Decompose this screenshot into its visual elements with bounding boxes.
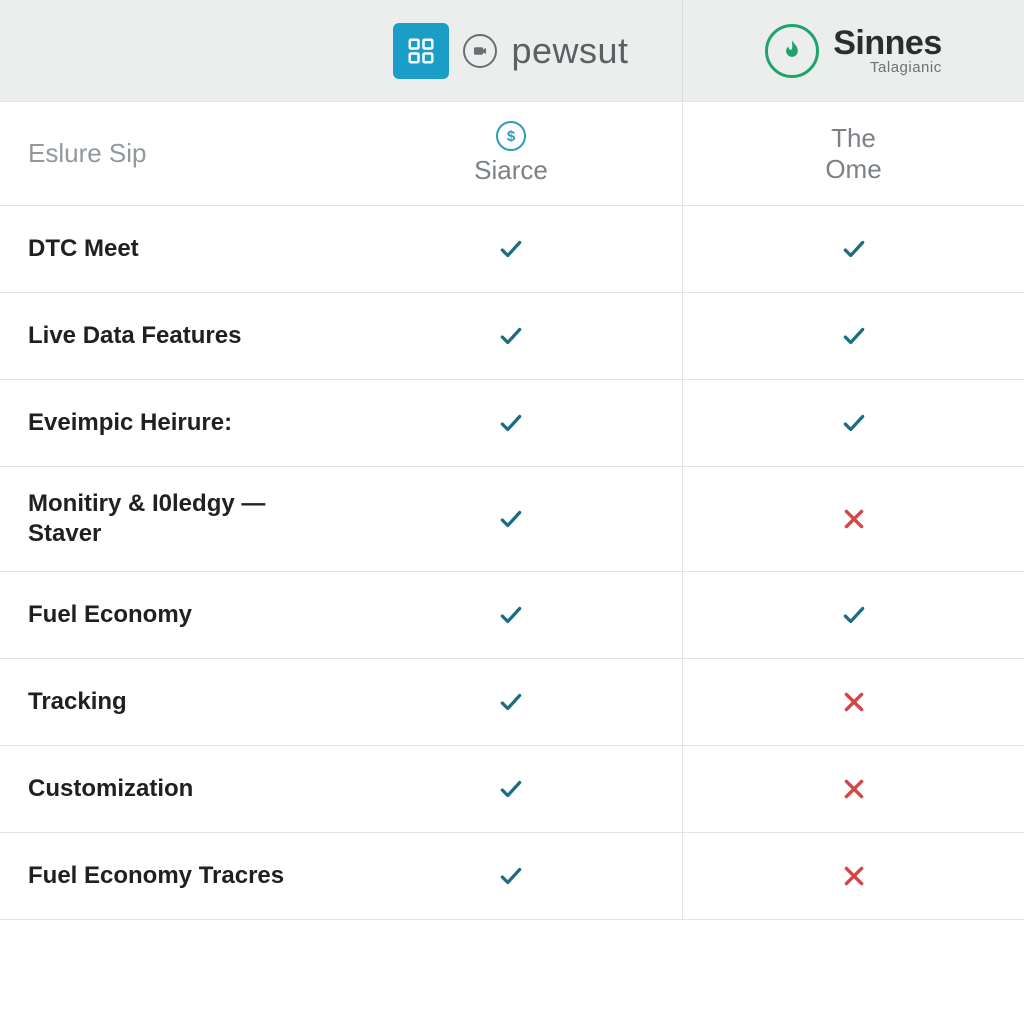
column-a-header: $ Siarce bbox=[340, 102, 682, 205]
feature-label: Eveimpic Heirure: bbox=[0, 380, 340, 466]
feature-label: Fuel Economy Tracres bbox=[0, 833, 340, 919]
feature-cell-a bbox=[340, 293, 682, 379]
feature-label: Customization bbox=[0, 746, 340, 832]
check-icon bbox=[498, 863, 524, 889]
brand-b-sub: Talagianic bbox=[870, 60, 942, 75]
feature-cell-b bbox=[682, 380, 1024, 466]
feature-label: Monitiry & I0ledgy — Staver bbox=[0, 467, 340, 571]
check-icon bbox=[841, 236, 867, 262]
feature-cell-b bbox=[682, 833, 1024, 919]
check-icon bbox=[841, 410, 867, 436]
feature-row: Fuel Economy Tracres bbox=[0, 833, 1024, 920]
feature-row: Monitiry & I0ledgy — Staver bbox=[0, 467, 1024, 572]
cross-icon bbox=[841, 863, 867, 889]
feature-row: DTC Meet bbox=[0, 206, 1024, 293]
brand-b-text: Sinnes Talagianic bbox=[833, 26, 941, 75]
feature-cell-b bbox=[682, 206, 1024, 292]
feature-cell-a bbox=[340, 467, 682, 571]
feature-label: Tracking bbox=[0, 659, 340, 745]
camera-icon bbox=[463, 34, 497, 68]
feature-cell-a bbox=[340, 206, 682, 292]
feature-rows: DTC Meet Live Data Features Eveimpic Hei… bbox=[0, 206, 1024, 920]
feature-row: Eveimpic Heirure: bbox=[0, 380, 1024, 467]
feature-row: Live Data Features bbox=[0, 293, 1024, 380]
brand-b: Sinnes Talagianic bbox=[682, 0, 1024, 101]
feature-cell-b bbox=[682, 467, 1024, 571]
grid-icon bbox=[393, 23, 449, 79]
feature-cell-a bbox=[340, 380, 682, 466]
feature-row: Customization bbox=[0, 746, 1024, 833]
check-icon bbox=[498, 236, 524, 262]
column-a-label: Siarce bbox=[474, 155, 548, 186]
feature-cell-a bbox=[340, 659, 682, 745]
feature-label: DTC Meet bbox=[0, 206, 340, 292]
feature-row: Fuel Economy bbox=[0, 572, 1024, 659]
feature-cell-b bbox=[682, 572, 1024, 658]
feature-row: Tracking bbox=[0, 659, 1024, 746]
brand-a: pewsut bbox=[340, 0, 682, 101]
check-icon bbox=[498, 602, 524, 628]
feature-label: Live Data Features bbox=[0, 293, 340, 379]
dollar-badge-icon: $ bbox=[496, 121, 526, 151]
check-icon bbox=[498, 776, 524, 802]
feature-label: Fuel Economy bbox=[0, 572, 340, 658]
feature-cell-a bbox=[340, 572, 682, 658]
brand-header: pewsut Sinnes Talagianic bbox=[0, 0, 1024, 102]
brand-a-wordmark: pewsut bbox=[511, 30, 628, 72]
feature-cell-b bbox=[682, 659, 1024, 745]
check-icon bbox=[498, 323, 524, 349]
feature-cell-a bbox=[340, 833, 682, 919]
feature-cell-b bbox=[682, 746, 1024, 832]
check-icon bbox=[498, 410, 524, 436]
header-spacer bbox=[0, 0, 340, 101]
flame-ring-icon bbox=[765, 24, 819, 78]
brand-b-name: Sinnes bbox=[833, 26, 941, 60]
cross-icon bbox=[841, 689, 867, 715]
feature-cell-a bbox=[340, 746, 682, 832]
column-b-label: The Ome bbox=[825, 123, 881, 185]
cross-icon bbox=[841, 776, 867, 802]
row-axis-label: Eslure Sip bbox=[0, 102, 340, 205]
column-header-row: Eslure Sip $ Siarce The Ome bbox=[0, 102, 1024, 206]
cross-icon bbox=[841, 506, 867, 532]
check-icon bbox=[498, 506, 524, 532]
column-b-header: The Ome bbox=[682, 102, 1024, 205]
comparison-page: pewsut Sinnes Talagianic Eslure Sip $ Si… bbox=[0, 0, 1024, 920]
check-icon bbox=[498, 689, 524, 715]
check-icon bbox=[841, 602, 867, 628]
feature-cell-b bbox=[682, 293, 1024, 379]
check-icon bbox=[841, 323, 867, 349]
